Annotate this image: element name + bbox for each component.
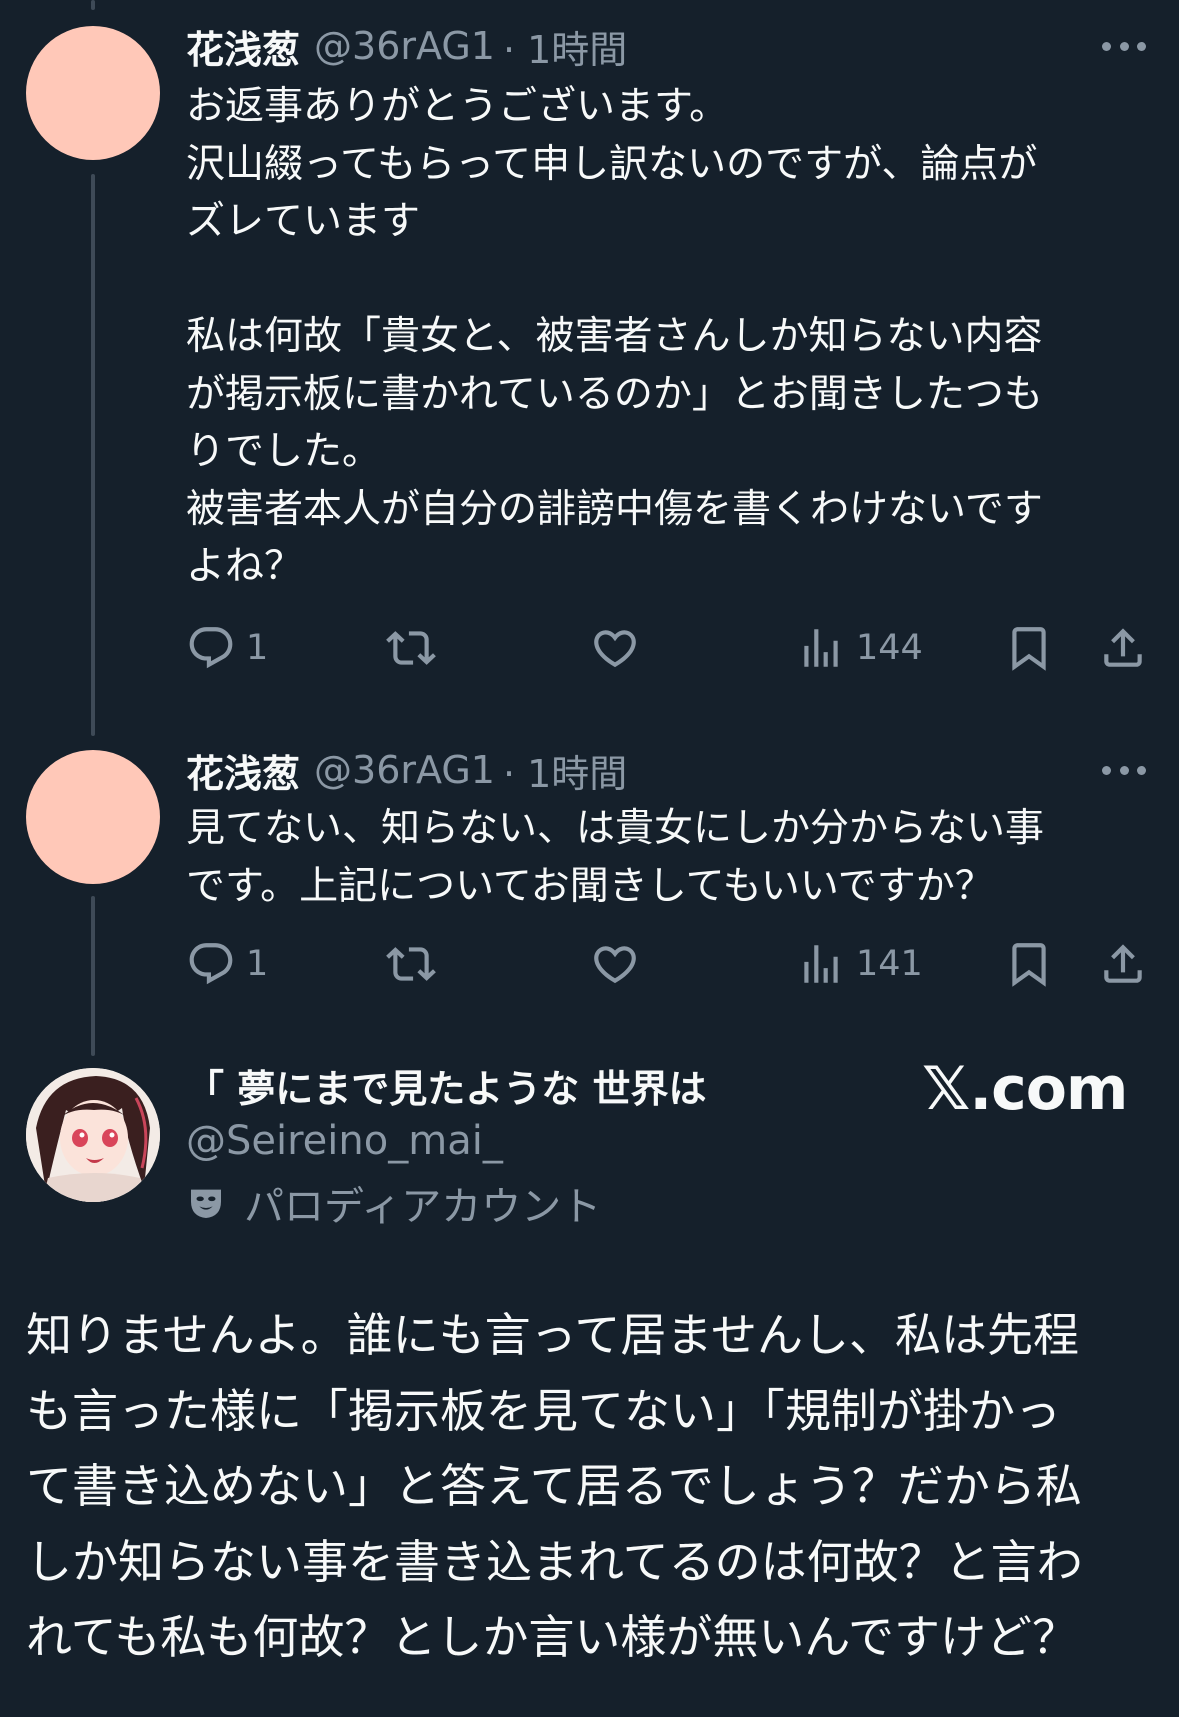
like-button[interactable]: [590, 934, 640, 994]
tweet-text: 見てない、知らない、は貴女にしか分からない事 です。上記についてお聞きしてもいい…: [186, 806, 1045, 909]
share-icon: [1104, 944, 1142, 983]
parody-mask-icon: [191, 1189, 221, 1218]
bookmark-button[interactable]: [1004, 618, 1054, 678]
bookmark-icon: [1012, 943, 1046, 987]
like-button[interactable]: [590, 618, 640, 678]
timestamp[interactable]: · 1時間: [503, 19, 627, 74]
thread-line: [91, 896, 95, 1056]
thread-line: [91, 0, 95, 10]
reply-button[interactable]: 1: [186, 618, 268, 678]
display-name[interactable]: 花浅葱: [186, 19, 300, 74]
reply-icon: [189, 627, 233, 669]
share-button[interactable]: [1098, 934, 1148, 994]
views-button[interactable]: 141: [796, 934, 923, 994]
timestamp[interactable]: · 1時間: [503, 743, 627, 798]
user-handle[interactable]: @36rAG1: [314, 24, 495, 68]
user-handle[interactable]: @36rAG1: [314, 748, 495, 792]
view-count: 141: [856, 944, 923, 984]
views-button[interactable]: 144: [796, 618, 923, 678]
tweet-text: お返事ありがとうございます。 沢山綴ってもらって申し訳ないのですが、論点が ズレ…: [186, 84, 1043, 589]
thread-line: [91, 174, 95, 736]
parody-label: パロディアカウント: [186, 1174, 601, 1232]
tweet-text: 知りませんよ。誰にも言って居ませんし、私は先程 も言った様に「掲示板を見てない」…: [26, 1308, 1083, 1664]
action-bar: 1 144: [186, 618, 1146, 678]
display-name[interactable]: 「 夢にまで見たような 世界は: [186, 1058, 706, 1113]
xcom-watermark: 𝕏.com: [922, 1054, 1128, 1124]
action-bar: 1 141: [186, 934, 1146, 994]
parody-label-text: パロディアカウント: [244, 1184, 602, 1230]
avatar[interactable]: [26, 750, 160, 884]
reply-count: 1: [246, 944, 269, 984]
share-button[interactable]: [1098, 618, 1148, 678]
bookmark-button[interactable]: [1004, 934, 1054, 994]
more-icon[interactable]: [1102, 40, 1146, 52]
like-icon: [594, 630, 636, 668]
more-icon[interactable]: [1102, 764, 1146, 776]
avatar[interactable]: [26, 1068, 160, 1202]
tweet-header: 花浅葱 @36rAG1 · 1時間: [186, 18, 627, 74]
user-handle[interactable]: @Seireino_mai_: [186, 1118, 503, 1164]
reply-button[interactable]: 1: [186, 934, 268, 994]
reply-count: 1: [246, 628, 269, 668]
retweet-icon: [386, 631, 436, 665]
tweet-header: 花浅葱 @36rAG1 · 1時間: [186, 742, 627, 798]
views-icon: [804, 945, 838, 983]
avatar[interactable]: [26, 26, 160, 160]
retweet-button[interactable]: [386, 618, 436, 678]
share-icon: [1104, 628, 1142, 667]
bookmark-icon: [1012, 627, 1046, 671]
views-icon: [804, 629, 838, 667]
retweet-icon: [386, 947, 436, 981]
view-count: 144: [856, 628, 923, 668]
reply-icon: [189, 943, 233, 985]
anime-avatar-image: [26, 1068, 160, 1202]
retweet-button[interactable]: [386, 934, 436, 994]
display-name[interactable]: 花浅葱: [186, 743, 300, 798]
like-icon: [594, 946, 636, 984]
